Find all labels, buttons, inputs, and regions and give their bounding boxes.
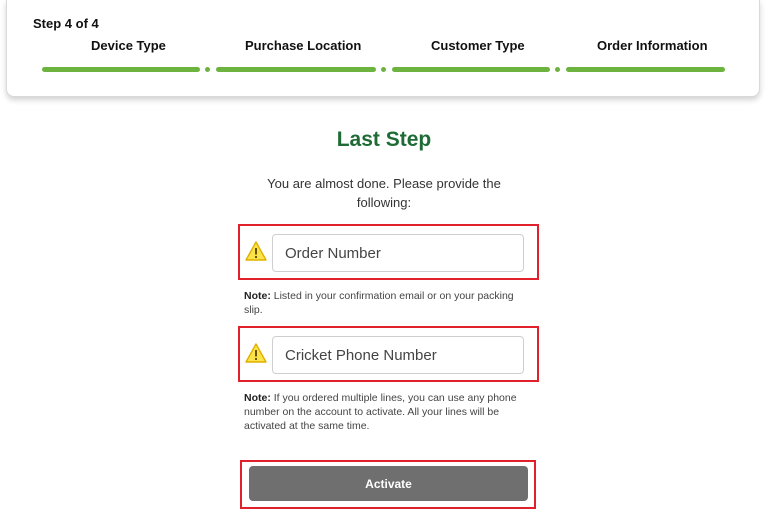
phone-number-note: Note: If you ordered multiple lines, you… — [244, 391, 534, 433]
warning-icon — [245, 241, 267, 261]
step-separator-dot — [381, 67, 386, 72]
cricket-phone-number-input[interactable] — [272, 336, 524, 374]
page-title: Last Step — [336, 128, 432, 151]
step-order-information: Order Information — [597, 38, 708, 53]
note-text: If you ordered multiple lines, you can u… — [244, 392, 517, 432]
step-purchase-location: Purchase Location — [245, 38, 362, 53]
step-separator-dot — [555, 67, 560, 72]
activate-button[interactable]: Activate — [249, 466, 528, 501]
step-customer-type: Customer Type — [431, 38, 525, 53]
step-progress-bar — [216, 67, 376, 72]
note-text: Listed in your confirmation email or on … — [244, 290, 514, 316]
step-progress-bar — [566, 67, 725, 72]
note-label: Note: — [244, 290, 271, 302]
step-device-type: Device Type — [91, 38, 166, 53]
order-number-input[interactable] — [272, 234, 524, 272]
step-progress-bar — [42, 67, 200, 72]
note-label: Note: — [244, 392, 271, 404]
step-progress-bar — [392, 67, 550, 72]
warning-icon — [245, 343, 267, 363]
progress-stepper: Step 4 of 4 Device Type Purchase Locatio… — [6, 0, 760, 97]
page-subtitle: You are almost done. Please provide the … — [267, 176, 501, 210]
step-separator-dot — [205, 67, 210, 72]
step-count: Step 4 of 4 — [33, 16, 99, 31]
order-number-note: Note: Listed in your confirmation email … — [244, 289, 534, 317]
